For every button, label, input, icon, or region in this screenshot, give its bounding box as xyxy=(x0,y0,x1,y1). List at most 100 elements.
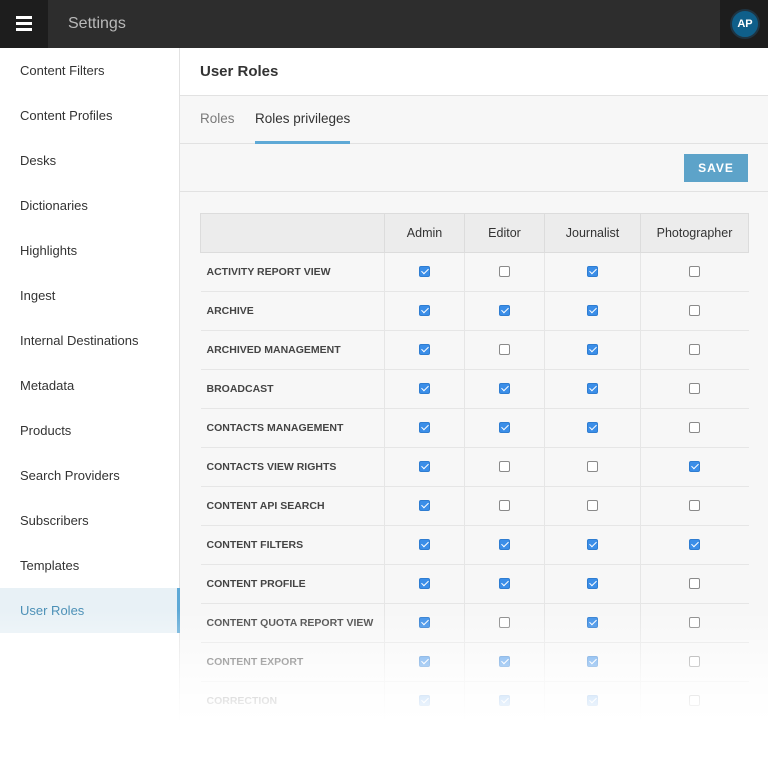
photographer-privilege-checkbox[interactable] xyxy=(689,500,701,512)
admin-privilege-checkbox[interactable] xyxy=(419,305,430,317)
photographer-privilege-checkbox[interactable] xyxy=(689,695,701,707)
main-panel: User Roles Roles Roles privileges SAVE A… xyxy=(180,48,768,759)
privilege-cell xyxy=(384,642,465,682)
sidebar-item-dictionaries[interactable]: Dictionaries xyxy=(0,183,179,228)
editor-privilege-checkbox[interactable] xyxy=(499,422,510,434)
editor-privilege-checkbox[interactable] xyxy=(499,461,510,473)
editor-privilege-checkbox[interactable] xyxy=(499,383,510,395)
photographer-privilege-checkbox[interactable] xyxy=(689,539,701,551)
privilege-label: ARCHIVED MANAGEMENT xyxy=(200,330,385,370)
journalist-privilege-checkbox[interactable] xyxy=(587,461,598,473)
privilege-label: ACTIVITY REPORT VIEW xyxy=(200,252,385,292)
privilege-cell xyxy=(384,330,465,370)
journalist-privilege-checkbox[interactable] xyxy=(587,500,598,512)
photographer-privilege-checkbox[interactable] xyxy=(689,617,701,629)
column-header-journalist: Journalist xyxy=(544,213,641,253)
journalist-privilege-checkbox[interactable] xyxy=(587,656,598,668)
privilege-cell xyxy=(384,564,465,604)
journalist-privilege-checkbox[interactable] xyxy=(587,695,598,707)
sidebar-item-user-roles[interactable]: User Roles xyxy=(0,588,180,633)
editor-privilege-checkbox[interactable] xyxy=(499,344,510,356)
table-row: ARCHIVED MANAGEMENT xyxy=(200,330,749,370)
table-row: CONTENT QUOTA REPORT VIEW xyxy=(200,603,749,643)
admin-privilege-checkbox[interactable] xyxy=(419,266,430,278)
toolbar: SAVE xyxy=(180,144,768,192)
journalist-privilege-checkbox[interactable] xyxy=(587,617,598,629)
sidebar-item-subscribers[interactable]: Subscribers xyxy=(0,498,179,543)
photographer-privilege-checkbox[interactable] xyxy=(689,305,701,317)
tab-roles-privileges[interactable]: Roles privileges xyxy=(255,96,351,144)
privilege-cell xyxy=(544,291,641,331)
privilege-cell xyxy=(640,681,749,721)
editor-privilege-checkbox[interactable] xyxy=(499,578,510,590)
admin-privilege-checkbox[interactable] xyxy=(419,578,430,590)
journalist-privilege-checkbox[interactable] xyxy=(587,305,598,317)
sidebar-item-ingest[interactable]: Ingest xyxy=(0,273,179,318)
privilege-cell xyxy=(640,408,749,448)
admin-privilege-checkbox[interactable] xyxy=(419,539,430,551)
photographer-privilege-checkbox[interactable] xyxy=(689,461,701,473)
journalist-privilege-checkbox[interactable] xyxy=(587,344,598,356)
privilege-cell xyxy=(640,252,749,292)
photographer-privilege-checkbox[interactable] xyxy=(689,383,701,395)
sidebar-item-content-profiles[interactable]: Content Profiles xyxy=(0,93,179,138)
sidebar-item-desks[interactable]: Desks xyxy=(0,138,179,183)
sidebar-item-internal-destinations[interactable]: Internal Destinations xyxy=(0,318,179,363)
photographer-privilege-checkbox[interactable] xyxy=(689,656,701,668)
privilege-cell xyxy=(544,330,641,370)
sidebar-item-highlights[interactable]: Highlights xyxy=(0,228,179,273)
privilege-cell xyxy=(544,447,641,487)
admin-privilege-checkbox[interactable] xyxy=(419,461,430,473)
table-row: CONTENT API SEARCH xyxy=(200,486,749,526)
privilege-cell xyxy=(464,291,545,331)
admin-privilege-checkbox[interactable] xyxy=(419,617,430,629)
privilege-cell xyxy=(384,369,465,409)
photographer-privilege-checkbox[interactable] xyxy=(689,344,701,356)
sidebar-item-search-providers[interactable]: Search Providers xyxy=(0,453,179,498)
privilege-label: BROADCAST xyxy=(200,369,385,409)
tab-roles[interactable]: Roles xyxy=(200,96,235,144)
privilege-cell xyxy=(544,408,641,448)
journalist-privilege-checkbox[interactable] xyxy=(587,578,598,590)
admin-privilege-checkbox[interactable] xyxy=(419,500,430,512)
privilege-cell xyxy=(464,369,545,409)
table-row: CONTENT EXPORT xyxy=(200,642,749,682)
journalist-privilege-checkbox[interactable] xyxy=(587,422,598,434)
journalist-privilege-checkbox[interactable] xyxy=(587,539,598,551)
editor-privilege-checkbox[interactable] xyxy=(499,695,510,707)
editor-privilege-checkbox[interactable] xyxy=(499,656,510,668)
privilege-cell xyxy=(464,642,545,682)
privilege-cell xyxy=(464,408,545,448)
journalist-privilege-checkbox[interactable] xyxy=(587,383,598,395)
privilege-cell xyxy=(464,681,545,721)
photographer-privilege-checkbox[interactable] xyxy=(689,266,701,278)
editor-privilege-checkbox[interactable] xyxy=(499,305,510,317)
admin-privilege-checkbox[interactable] xyxy=(419,383,430,395)
save-button[interactable]: SAVE xyxy=(684,154,748,182)
sidebar-item-content-filters[interactable]: Content Filters xyxy=(0,48,179,93)
page-header: User Roles xyxy=(180,48,768,96)
editor-privilege-checkbox[interactable] xyxy=(499,500,510,512)
privilege-cell xyxy=(544,252,641,292)
privilege-cell xyxy=(384,486,465,526)
table-row: CORRECTION xyxy=(200,681,749,721)
user-menu[interactable]: AP xyxy=(720,0,768,48)
privilege-cell xyxy=(640,447,749,487)
admin-privilege-checkbox[interactable] xyxy=(419,344,430,356)
admin-privilege-checkbox[interactable] xyxy=(419,422,430,434)
table-row: CONTENT PROFILE xyxy=(200,564,749,604)
photographer-privilege-checkbox[interactable] xyxy=(689,422,701,434)
journalist-privilege-checkbox[interactable] xyxy=(587,266,598,278)
sidebar-item-templates[interactable]: Templates xyxy=(0,543,179,588)
sidebar-item-products[interactable]: Products xyxy=(0,408,179,453)
editor-privilege-checkbox[interactable] xyxy=(499,539,510,551)
sidebar-item-metadata[interactable]: Metadata xyxy=(0,363,179,408)
admin-privilege-checkbox[interactable] xyxy=(419,695,430,707)
hamburger-menu-button[interactable] xyxy=(0,0,48,48)
editor-privilege-checkbox[interactable] xyxy=(499,266,510,278)
editor-privilege-checkbox[interactable] xyxy=(499,617,510,629)
admin-privilege-checkbox[interactable] xyxy=(419,656,430,668)
avatar[interactable]: AP xyxy=(730,9,760,39)
photographer-privilege-checkbox[interactable] xyxy=(689,578,701,590)
privilege-cell xyxy=(464,486,545,526)
